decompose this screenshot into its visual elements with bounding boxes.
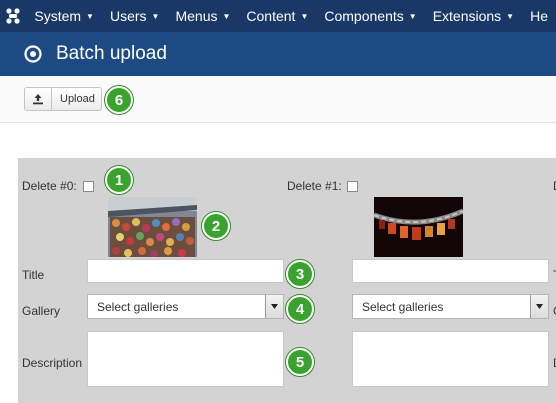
- delete-label-0: Delete #0:: [22, 179, 77, 193]
- page-title: Batch upload: [56, 43, 167, 64]
- toolbar: Upload: [0, 76, 556, 123]
- nav-item-components[interactable]: Components ▼: [316, 0, 424, 32]
- nav-label: Content: [246, 8, 296, 24]
- thumbnail-image-1: [374, 197, 463, 257]
- upload-icon: [25, 88, 52, 110]
- nav-label: System: [34, 8, 82, 24]
- description-label-0: Description: [22, 356, 83, 370]
- dropdown-arrow-icon: [265, 295, 283, 318]
- title-input-1[interactable]: [352, 259, 549, 283]
- gallery-select-0[interactable]: Select galleries: [87, 294, 284, 319]
- callout-badge-6: 6: [105, 86, 133, 114]
- title-input-0[interactable]: [87, 259, 284, 283]
- nav-item-help[interactable]: He: [522, 0, 556, 32]
- gallery-select-1[interactable]: Select galleries: [352, 294, 549, 319]
- upload-button[interactable]: Upload: [24, 87, 102, 111]
- nav-item-content[interactable]: Content ▼: [238, 0, 316, 32]
- nav-item-extensions[interactable]: Extensions ▼: [425, 0, 522, 32]
- page-header: Batch upload: [0, 32, 556, 76]
- callout-badge-3: 3: [286, 260, 314, 288]
- nav-item-system[interactable]: System ▼: [26, 0, 102, 32]
- dropdown-arrow-icon: [530, 295, 548, 318]
- caret-down-icon: ▼: [86, 11, 94, 21]
- callout-badge-4: 4: [286, 295, 314, 323]
- nav-label: He: [530, 8, 548, 24]
- delete-label-1: Delete #1:: [287, 179, 342, 193]
- nav-label: Components: [324, 8, 404, 24]
- delete-checkbox-0[interactable]: [83, 181, 94, 192]
- top-navigation: System ▼ Users ▼ Menus ▼ Content ▼ Component…: [0, 0, 556, 32]
- caret-down-icon: ▼: [222, 11, 231, 21]
- nav-item-users[interactable]: Users ▼: [102, 0, 167, 32]
- callout-badge-2: 2: [202, 212, 230, 240]
- description-textarea-1[interactable]: [352, 331, 549, 387]
- nav-label: Menus: [175, 8, 218, 24]
- description-textarea-0[interactable]: [87, 331, 284, 387]
- callout-badge-1: 1: [105, 166, 133, 194]
- title-label-0: Title: [22, 268, 45, 282]
- thumbnail-image-0: [108, 197, 197, 257]
- batch-upload-icon: [24, 45, 42, 63]
- gallery-select-value: Select galleries: [97, 299, 179, 314]
- nav-label: Extensions: [432, 8, 502, 24]
- nav-item-menus[interactable]: Menus ▼: [167, 0, 238, 32]
- gallery-label-0: Gallery: [22, 304, 61, 318]
- caret-down-icon: ▼: [151, 11, 160, 21]
- callout-badge-5: 5: [286, 348, 314, 376]
- upload-button-label: Upload: [60, 93, 95, 105]
- caret-down-icon: ▼: [300, 11, 309, 21]
- delete-checkbox-1[interactable]: [347, 181, 358, 192]
- nav-label: Users: [109, 8, 147, 24]
- caret-down-icon: ▼: [408, 11, 417, 21]
- joomla-logo-icon[interactable]: [0, 0, 26, 32]
- gallery-select-value: Select galleries: [362, 299, 444, 314]
- caret-down-icon: ▼: [506, 11, 515, 21]
